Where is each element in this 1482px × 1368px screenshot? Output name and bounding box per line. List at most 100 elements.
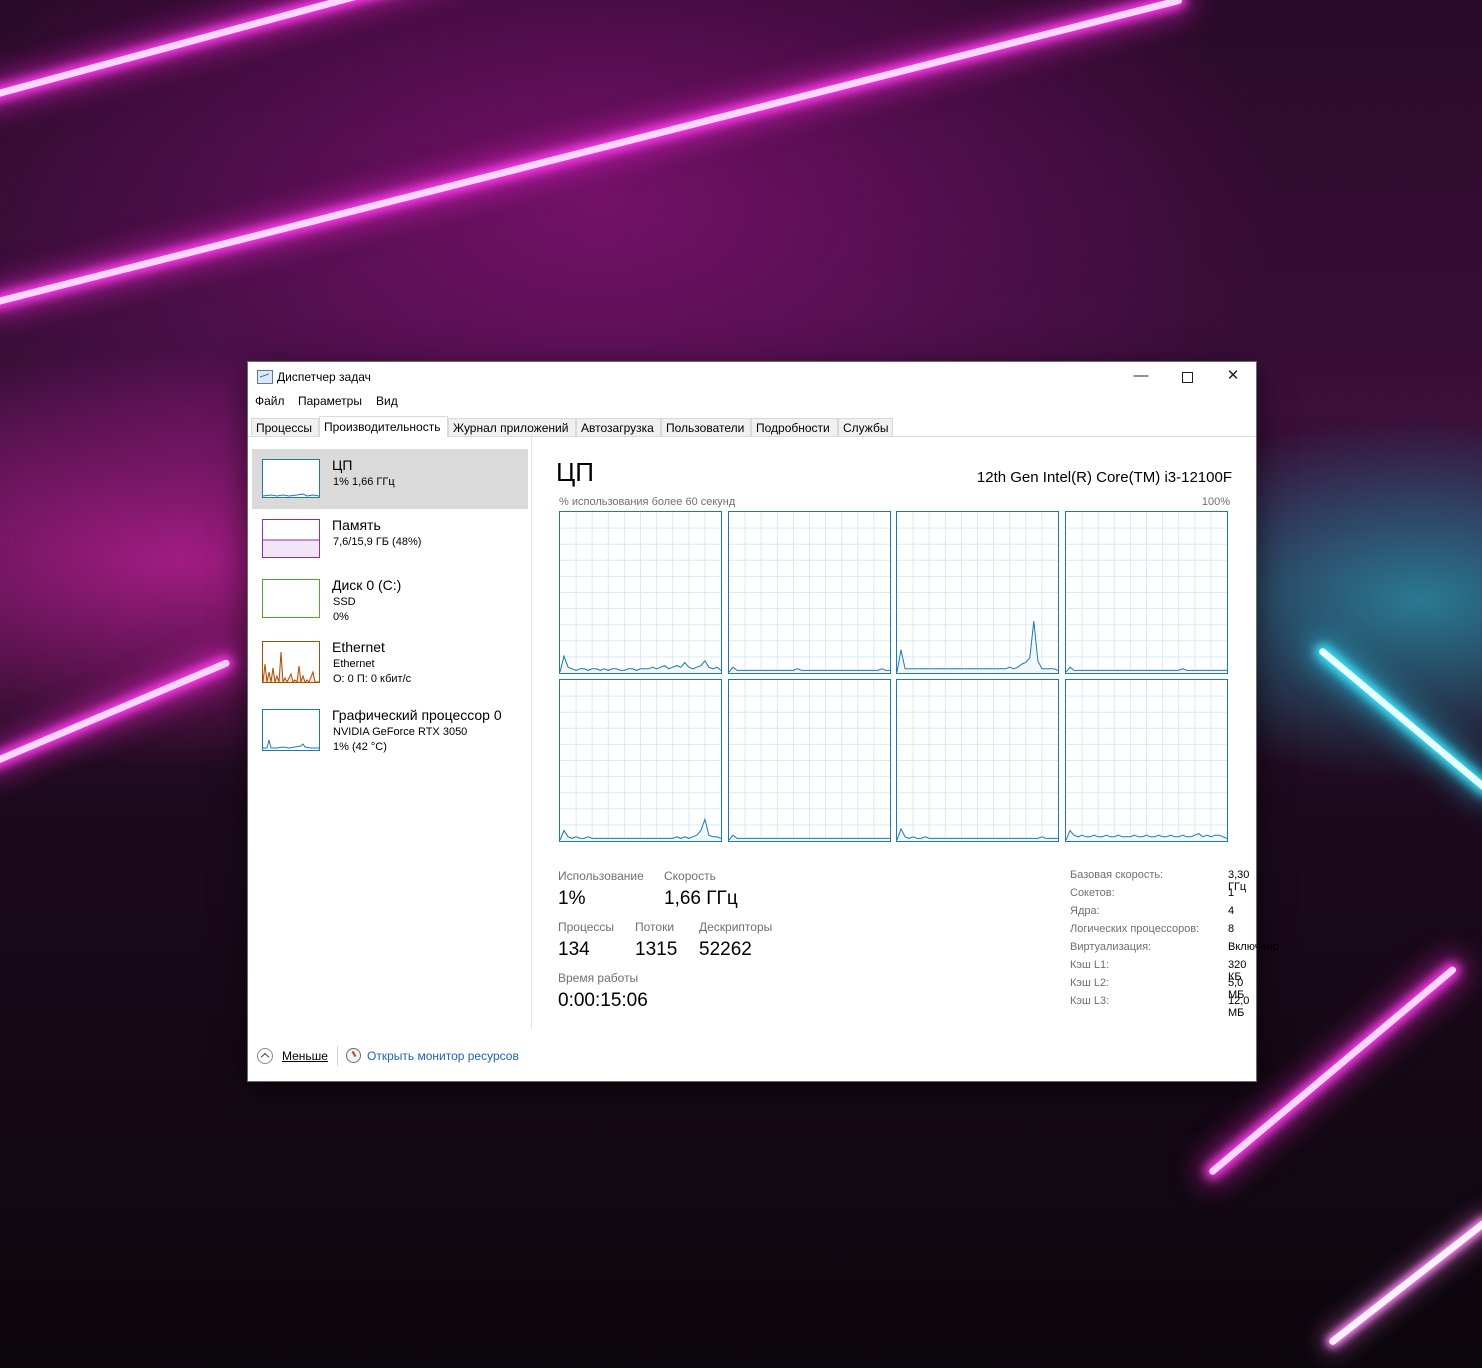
spec-key: Логических процессоров: xyxy=(1070,923,1200,935)
logical-processor-graph xyxy=(559,679,722,842)
logical-processor-graph xyxy=(896,511,1059,674)
footer-bar: Меньше Открыть монитор ресурсов xyxy=(248,1032,1256,1081)
uptime-value: 0:00:15:06 xyxy=(558,990,648,1011)
page-title: ЦП xyxy=(556,457,594,487)
fewer-details-button[interactable]: Меньше xyxy=(282,1049,328,1063)
threads-label: Потоки xyxy=(635,920,675,934)
spec-key: Базовая скорость: xyxy=(1070,869,1164,881)
minimize-button[interactable]: — xyxy=(1118,362,1164,392)
background-light-beam xyxy=(0,658,231,767)
background-light-beam xyxy=(1327,1217,1482,1347)
maximize-button[interactable] xyxy=(1164,362,1210,392)
ethernet-thumbnail-graph xyxy=(262,641,320,683)
close-button[interactable]: ✕ xyxy=(1210,362,1256,392)
sidebar-item-label: Память xyxy=(332,517,381,533)
menu-view[interactable]: Вид xyxy=(376,394,398,408)
resource-sidebar: ЦП 1% 1,66 ГГц Память 7,6/15,9 ГБ (48%) … xyxy=(248,437,532,1029)
sidebar-item-detail: 1% (42 °C) xyxy=(333,741,387,753)
footer-divider xyxy=(337,1046,338,1066)
sidebar-item-label: Графический процессор 0 xyxy=(332,707,502,723)
sidebar-item-label: Диск 0 (C:) xyxy=(332,577,402,593)
core-usage-chart xyxy=(896,680,1058,841)
core-usage-chart xyxy=(1065,680,1227,841)
threads-value: 1315 xyxy=(635,939,678,960)
cpu-model-name: 12th Gen Intel(R) Core(TM) i3-12100F xyxy=(976,469,1232,486)
menu-file[interactable]: Файл xyxy=(255,394,285,408)
sidebar-item-detail: 0% xyxy=(333,611,349,623)
processes-value: 134 xyxy=(558,939,590,960)
sidebar-item-ethernet[interactable]: Ethernet Ethernet О: 0 П: 0 кбит/с xyxy=(252,635,528,695)
minimize-icon: — xyxy=(1133,367,1149,384)
tab-processes[interactable]: Процессы xyxy=(251,418,319,436)
window-title: Диспетчер задач xyxy=(277,370,371,384)
logical-processor-graph xyxy=(727,511,891,674)
sidebar-item-detail: О: 0 П: 0 кбит/с xyxy=(333,673,412,685)
logical-processor-graph xyxy=(727,679,891,842)
processes-label: Процессы xyxy=(558,920,615,934)
tab-performance[interactable]: Производительность xyxy=(319,416,448,437)
spec-key: Ядра: xyxy=(1070,905,1100,917)
usage-label: Использование xyxy=(558,869,644,883)
logical-processor-graph xyxy=(559,511,722,674)
close-icon: ✕ xyxy=(1226,367,1240,384)
sidebar-item-detail: SSD xyxy=(333,596,356,608)
spec-key: Кэш L2: xyxy=(1070,977,1110,989)
handles-value: 52262 xyxy=(699,939,752,960)
handles-label: Дескрипторы xyxy=(699,920,773,934)
cpu-thumbnail-graph xyxy=(262,459,320,498)
tab-strip: Процессы Производительность Журнал прило… xyxy=(248,416,1256,437)
speed-label: Скорость xyxy=(664,869,716,883)
task-manager-icon xyxy=(257,370,273,384)
logical-processor-graph xyxy=(1064,679,1228,842)
sidebar-item-memory[interactable]: Память 7,6/15,9 ГБ (48%) xyxy=(252,509,528,569)
tab-details[interactable]: Подробности xyxy=(751,418,838,436)
uptime-label: Время работы xyxy=(558,971,639,985)
task-manager-window: Диспетчер задач — ✕ Файл Параметры Вид П… xyxy=(248,362,1279,1081)
spec-key: Кэш L1: xyxy=(1070,959,1110,971)
core-usage-chart xyxy=(728,680,890,841)
core-usage-chart xyxy=(896,512,1059,673)
sidebar-item-disk[interactable]: Диск 0 (C:) SSD 0% xyxy=(252,569,528,629)
core-usage-chart xyxy=(559,680,722,841)
disk-thumbnail-graph xyxy=(262,579,320,618)
menu-options[interactable]: Параметры xyxy=(298,394,362,408)
spec-value: 12,0 МБ xyxy=(1228,995,1250,1019)
spec-value: 4 xyxy=(1228,905,1235,917)
speed-value: 1,66 ГГц xyxy=(664,888,738,909)
sidebar-item-cpu[interactable]: ЦП 1% 1,66 ГГц xyxy=(252,449,528,509)
core-usage-chart xyxy=(728,512,890,673)
spec-key: Кэш L3: xyxy=(1070,995,1110,1007)
sidebar-item-gpu[interactable]: Графический процессор 0 NVIDIA GeForce R… xyxy=(252,701,528,761)
graph-max-label: 100% xyxy=(1201,496,1230,508)
usage-value: 1% xyxy=(558,888,586,909)
tab-services[interactable]: Службы xyxy=(838,418,893,436)
title-bar[interactable]: Диспетчер задач — ✕ xyxy=(248,362,1256,392)
sidebar-item-detail: 1% 1,66 ГГц xyxy=(333,476,395,488)
chevron-up-icon[interactable] xyxy=(257,1048,273,1064)
memory-thumbnail-graph xyxy=(262,519,320,558)
cpu-detail-panel: ЦП 12th Gen Intel(R) Core(TM) i3-12100F … xyxy=(532,437,1279,1029)
logical-processor-graph xyxy=(1064,511,1228,674)
sidebar-item-label: Ethernet xyxy=(332,639,385,655)
spec-value: 1 xyxy=(1228,887,1235,899)
spec-value: 8 xyxy=(1228,923,1235,935)
logical-processor-graph xyxy=(896,679,1059,842)
spec-key: Сокетов: xyxy=(1070,887,1115,899)
tab-app-history[interactable]: Журнал приложений xyxy=(448,418,576,436)
core-usage-chart xyxy=(1065,512,1227,673)
tab-users[interactable]: Пользователи xyxy=(661,418,751,436)
background-light-beam xyxy=(1317,646,1482,794)
open-resource-monitor-link[interactable]: Открыть монитор ресурсов xyxy=(367,1049,519,1063)
core-usage-chart xyxy=(559,512,722,673)
menu-bar: Файл Параметры Вид xyxy=(248,392,1256,412)
maximize-icon xyxy=(1181,372,1193,383)
sidebar-item-detail: 7,6/15,9 ГБ (48%) xyxy=(333,536,422,548)
spec-value: Включено xyxy=(1228,941,1279,953)
graph-axis-label: % использования более 60 секунд xyxy=(559,496,736,508)
gpu-thumbnail-graph xyxy=(262,709,320,751)
sidebar-item-detail: NVIDIA GeForce RTX 3050 xyxy=(333,726,468,738)
sidebar-item-label: ЦП xyxy=(332,457,353,473)
resource-monitor-icon[interactable] xyxy=(346,1048,361,1063)
spec-key: Виртуализация: xyxy=(1070,941,1152,953)
tab-startup[interactable]: Автозагрузка xyxy=(576,418,661,436)
